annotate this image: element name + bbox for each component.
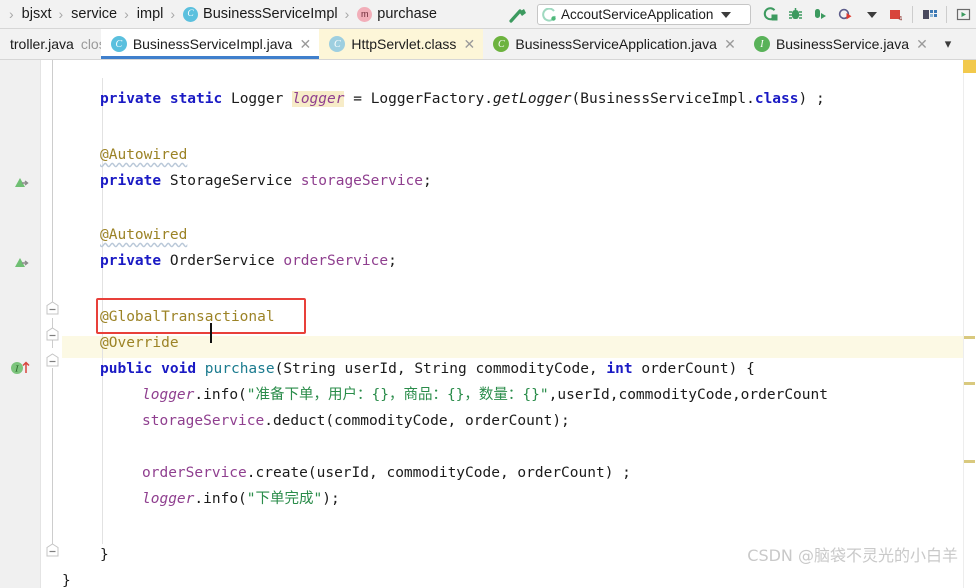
close-icon[interactable]: ✕ [724, 36, 736, 53]
tab-label: HttpServlet.class [351, 36, 457, 52]
chevron-down-icon [866, 11, 877, 18]
fold-region-line [52, 368, 53, 554]
code-line-logger-declaration: private static Logger logger = LoggerFac… [100, 91, 825, 107]
code-line-logger-info-start: logger.info("准备下单，用户：{}，商品：{}，数量：{}",use… [142, 387, 828, 403]
tab-label: troller.java [10, 36, 74, 52]
close-icon[interactable]: ✕ [299, 36, 311, 53]
fold-collapse-icon[interactable] [46, 353, 59, 368]
breadcrumb-separator: › [124, 6, 129, 22]
close-icon[interactable]: ✕ [463, 36, 476, 53]
debug-button[interactable] [834, 4, 857, 26]
tab-business-service-impl-java[interactable]: C BusinessServiceImpl.java ✕ [100, 29, 320, 59]
tab-label: BusinessServiceImpl.java [132, 36, 293, 52]
breadcrumb-separator: › [170, 6, 176, 22]
toolbar-right: AccoutServiceApplication 4 [505, 0, 976, 29]
editor-gutter[interactable]: I [0, 60, 40, 588]
breadcrumb-separator: › [58, 6, 64, 22]
class-icon: C [183, 6, 199, 22]
code-line-storage-service-field: private StorageService storageService; [100, 173, 432, 189]
run-configuration-selector[interactable]: AccoutServiceApplication [537, 4, 751, 25]
tab-label: BusinessServiceApplication.java [515, 36, 717, 52]
marker-stripe[interactable] [964, 382, 975, 385]
build-project-button[interactable] [759, 4, 782, 26]
services-button[interactable] [918, 4, 941, 26]
wrench-icon[interactable] [505, 4, 531, 26]
source-code[interactable]: private static Logger logger = LoggerFac… [62, 60, 828, 588]
implemented-field-icon[interactable] [14, 256, 29, 270]
breadcrumb-label: bjsxt [21, 6, 52, 22]
editor-marker-bar[interactable] [963, 60, 976, 588]
breadcrumb-item-class[interactable]: C BusinessServiceImpl [181, 6, 340, 22]
inspection-status-marker[interactable] [963, 60, 976, 73]
breadcrumb-item-bjsxt[interactable]: bjsxt [20, 6, 54, 22]
breadcrumb-item-impl[interactable]: impl [135, 6, 166, 22]
breadcrumb-separator: › [344, 6, 350, 22]
code-line-class-close-brace: } [62, 573, 71, 588]
run-configuration-name: AccoutServiceApplication [561, 7, 714, 22]
breadcrumb-item-method[interactable]: m purchase [355, 6, 439, 22]
class-icon: C [110, 36, 127, 52]
marker-stripe[interactable] [964, 460, 975, 463]
svg-text:4: 4 [899, 16, 903, 23]
code-editor[interactable]: I private static Logger logger = LoggerF… [0, 60, 976, 588]
code-line-logger-info-done: logger.info("下单完成"); [142, 491, 340, 507]
caret-row-highlight [62, 336, 976, 358]
fold-collapse-icon[interactable] [46, 301, 59, 316]
code-line-order-service-field: private OrderService orderService; [100, 253, 397, 269]
overriding-method-icon[interactable]: I [10, 360, 32, 375]
code-line-override: @Override [100, 335, 179, 351]
breadcrumb-separator: › [9, 6, 14, 22]
breadcrumb-item-service[interactable]: service [69, 6, 119, 22]
code-line-autowired-1: @Autowired [100, 147, 188, 163]
code-text-area[interactable]: private static Logger logger = LoggerFac… [62, 60, 976, 588]
editor-tab-bar: troller.java close-icon C BusinessServic… [0, 29, 976, 60]
fold-region-line [52, 60, 53, 302]
tab-business-service-java[interactable]: I BusinessService.java ✕ [743, 29, 936, 59]
text-caret [210, 323, 212, 343]
spring-boot-icon [542, 7, 557, 22]
interface-icon: I [753, 36, 770, 52]
spring-class-icon: C [493, 36, 510, 52]
fold-collapse-icon[interactable] [46, 543, 59, 558]
tab-troller-java[interactable]: troller.java close-icon [0, 29, 144, 59]
chevron-down-icon[interactable] [721, 11, 732, 18]
code-line-autowired-2: @Autowired [100, 227, 188, 243]
toolbar-divider [946, 6, 947, 23]
breadcrumb-label: purchase [377, 6, 437, 22]
fold-collapse-icon[interactable] [46, 327, 59, 342]
code-line-method-close-brace: } [100, 547, 109, 563]
run-dashboard-button[interactable] [952, 4, 975, 26]
code-folding-strip[interactable] [40, 60, 62, 588]
close-icon[interactable]: close-icon [81, 36, 144, 52]
compiled-class-icon: C [329, 36, 346, 52]
marker-stripe[interactable] [964, 336, 975, 339]
implemented-field-icon[interactable] [14, 176, 29, 190]
tab-business-service-application-java[interactable]: C BusinessServiceApplication.java ✕ [483, 29, 744, 59]
stop-button[interactable]: 4 [884, 4, 907, 26]
idea-editor-window: › bjsxt › service › impl › C BusinessSer… [0, 0, 976, 588]
tab-label: BusinessService.java [775, 36, 909, 52]
toolbar-divider [912, 6, 913, 23]
method-icon: m [357, 6, 373, 22]
navigation-breadcrumb-bar: › bjsxt › service › impl › C BusinessSer… [0, 0, 976, 29]
code-line-order-create: orderService.create(userId, commodityCod… [142, 465, 631, 481]
code-line-global-transactional: @GlobalTransactional [100, 309, 275, 325]
tab-httpservlet-class[interactable]: C HttpServlet.class ✕ [319, 29, 484, 59]
debug-dropdown[interactable] [859, 4, 882, 26]
debug-reactor-button[interactable] [784, 4, 807, 26]
code-line-storage-deduct: storageService.deduct(commodityCode, ord… [142, 413, 570, 429]
csdn-watermark: CSDN @脑袋不灵光的小白羊 [747, 546, 958, 565]
breadcrumb-label: service [71, 6, 118, 22]
tab-overflow-button[interactable]: ▾ [936, 29, 960, 59]
code-line-method-signature: public void purchase(String userId, Stri… [100, 361, 755, 377]
run-button[interactable] [809, 4, 832, 26]
breadcrumb-label: impl [136, 6, 164, 22]
breadcrumb-label: BusinessServiceImpl [203, 6, 338, 22]
close-icon[interactable]: ✕ [916, 36, 928, 53]
